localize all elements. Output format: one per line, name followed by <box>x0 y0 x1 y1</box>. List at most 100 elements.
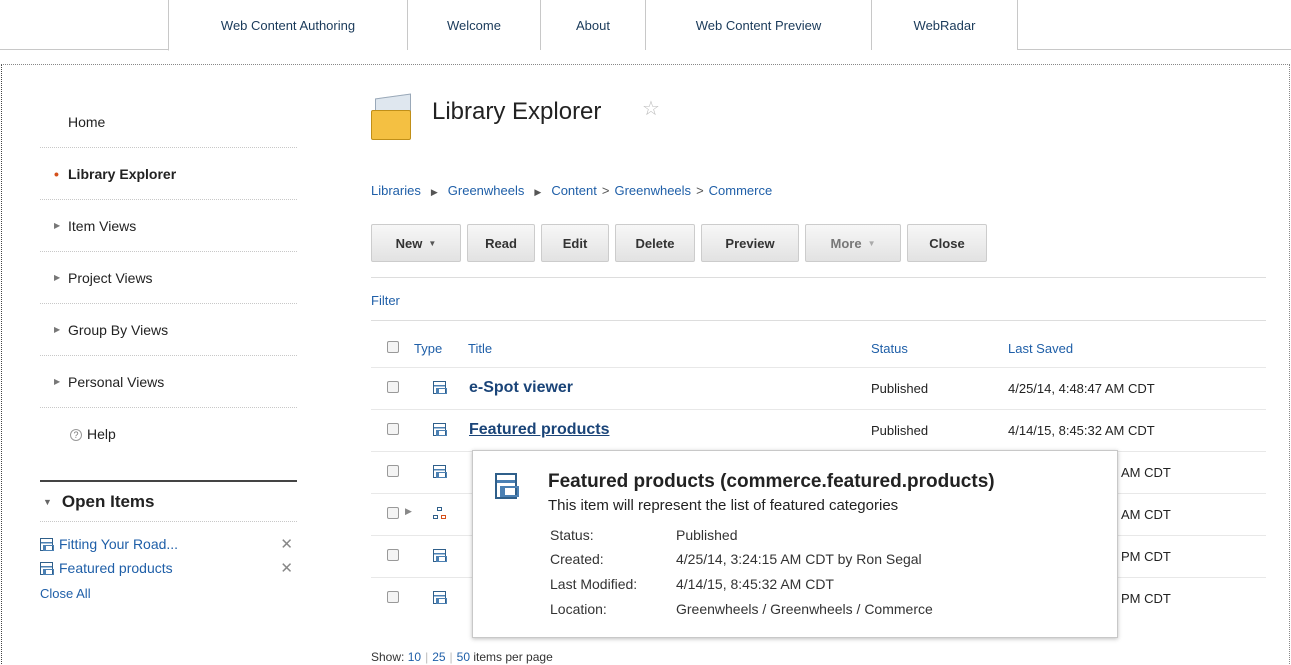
divider <box>371 277 1266 278</box>
item-title-link[interactable]: Featured products <box>469 421 609 439</box>
open-item-label[interactable]: Featured products <box>59 560 173 576</box>
edit-button-label: Edit <box>562 235 588 251</box>
table-header: Type Title Status Last Saved <box>371 331 1266 367</box>
content-item-icon <box>40 561 54 575</box>
content-item-icon <box>495 473 519 499</box>
breadcrumb-area[interactable]: Commerce <box>709 183 773 198</box>
page-size-50[interactable]: 50 <box>457 650 470 664</box>
edit-button[interactable]: Edit <box>541 224 609 262</box>
sidebar-item-label: Group By Views <box>68 321 169 338</box>
preview-button[interactable]: Preview <box>701 224 799 262</box>
content-item-icon <box>433 465 447 478</box>
more-button[interactable]: More ▼ <box>805 224 901 262</box>
open-item[interactable]: Featured products ✕ <box>40 556 297 580</box>
row-checkbox[interactable] <box>387 465 399 477</box>
breadcrumb-separator: > <box>696 183 704 198</box>
expand-caret-icon: ▶ <box>54 325 61 334</box>
active-bullet-icon: • <box>54 165 59 182</box>
item-last-saved: AM CDT <box>1121 507 1171 522</box>
breadcrumb-library[interactable]: Greenwheels <box>448 183 525 198</box>
column-header-status[interactable]: Status <box>871 341 908 356</box>
sidebar-item-home[interactable]: Home <box>40 96 297 148</box>
top-tab-bar: Web Content Authoring Welcome About Web … <box>0 0 1291 51</box>
item-last-saved: PM CDT <box>1121 591 1171 606</box>
row-checkbox[interactable] <box>387 507 399 519</box>
tab-webradar[interactable]: WebRadar <box>871 0 1017 50</box>
chevron-right-icon: ▶ <box>430 187 438 197</box>
new-button-label: New <box>395 235 423 251</box>
page-size-10[interactable]: 10 <box>408 650 421 664</box>
column-header-title[interactable]: Title <box>468 341 492 356</box>
tab-about[interactable]: About <box>540 0 645 50</box>
new-button[interactable]: New ▼ <box>371 224 461 262</box>
expand-arrow-icon[interactable]: ▶ <box>405 506 412 517</box>
select-all-checkbox[interactable] <box>387 341 399 353</box>
tooltip-status-value: Published <box>676 527 738 543</box>
sidebar-item-label: Library Explorer <box>68 165 177 182</box>
preview-button-label: Preview <box>725 235 775 251</box>
row-checkbox[interactable] <box>387 381 399 393</box>
close-icon[interactable]: ✕ <box>280 535 293 553</box>
row-checkbox[interactable] <box>387 423 399 435</box>
open-item-label[interactable]: Fitting Your Road... <box>59 536 178 552</box>
divider <box>371 320 1266 321</box>
row-checkbox[interactable] <box>387 591 399 603</box>
tooltip-location-row: Location: Greenwheels / Greenwheels / Com… <box>550 601 933 617</box>
sidebar-item-library-explorer[interactable]: • Library Explorer <box>40 148 297 200</box>
chevron-right-icon: ▶ <box>534 187 542 197</box>
close-button[interactable]: Close <box>907 224 987 262</box>
tooltip-created-label: Created: <box>550 551 604 567</box>
sidebar-item-project-views[interactable]: ▶ Project Views <box>40 252 297 304</box>
close-button-label: Close <box>929 235 965 251</box>
expand-caret-icon: ▶ <box>54 273 61 282</box>
tooltip-created-row: Created: 4/25/14, 3:24:15 AM CDT by Ron S… <box>550 551 922 567</box>
expand-caret-icon: ▶ <box>54 377 61 386</box>
folder-icon <box>371 93 417 140</box>
read-button[interactable]: Read <box>467 224 535 262</box>
item-status: Published <box>871 381 929 396</box>
item-last-saved: AM CDT <box>1121 465 1171 480</box>
item-title-link[interactable]: e-Spot viewer <box>469 379 573 397</box>
row-checkbox[interactable] <box>387 549 399 561</box>
pager-show-label: Show: <box>371 650 405 664</box>
content-item-icon <box>433 591 447 604</box>
page-title: Library Explorer <box>432 98 602 125</box>
tab-bar-spacer <box>0 0 168 50</box>
breadcrumb-site[interactable]: Greenwheels <box>614 183 691 198</box>
column-header-type[interactable]: Type <box>414 341 442 356</box>
open-item[interactable]: Fitting Your Road... ✕ <box>40 532 297 556</box>
collapse-triangle-icon: ▼ <box>43 496 52 507</box>
tab-welcome[interactable]: Welcome <box>407 0 540 50</box>
tab-web-content-authoring[interactable]: Web Content Authoring <box>168 0 407 51</box>
sidebar-item-item-views[interactable]: ▶ Item Views <box>40 200 297 252</box>
star-icon[interactable]: ☆ <box>642 96 660 121</box>
delete-button-label: Delete <box>635 235 675 251</box>
close-icon[interactable]: ✕ <box>280 559 293 577</box>
item-last-saved: PM CDT <box>1121 549 1171 564</box>
sidebar-item-group-by-views[interactable]: ▶ Group By Views <box>40 304 297 356</box>
help-link: ? Help <box>70 426 116 442</box>
open-items-header[interactable]: ▼ Open Items <box>40 480 297 522</box>
filter-link[interactable]: Filter <box>371 293 400 308</box>
tooltip-status-label: Status: <box>550 527 594 543</box>
column-header-last-saved[interactable]: Last Saved <box>1008 341 1073 356</box>
delete-button[interactable]: Delete <box>615 224 695 262</box>
content-item-icon <box>433 381 447 394</box>
table-row[interactable]: Featured products Published 4/14/15, 8:4… <box>371 409 1266 451</box>
tooltip-location-label: Location: <box>550 601 607 617</box>
breadcrumb-content[interactable]: Content <box>551 183 597 198</box>
action-toolbar: New ▼ Read Edit Delete Preview More ▼ Clos… <box>371 224 987 264</box>
sidebar-item-help[interactable]: ? Help <box>40 408 297 460</box>
help-icon: ? <box>70 429 82 442</box>
sidebar-item-personal-views[interactable]: ▶ Personal Views <box>40 356 297 408</box>
table-row[interactable]: e-Spot viewer Published 4/25/14, 4:48:47… <box>371 367 1266 409</box>
breadcrumb-libraries[interactable]: Libraries <box>371 183 421 198</box>
tab-web-content-preview[interactable]: Web Content Preview <box>645 0 871 50</box>
tooltip-title: Featured products (commerce.featured.pro… <box>548 471 995 492</box>
breadcrumb-separator: > <box>601 183 610 198</box>
sidebar-nav: Home • Library Explorer ▶ Item Views ▶ P… <box>40 96 297 460</box>
item-status: Published <box>871 423 929 438</box>
close-all-link[interactable]: Close All <box>40 586 297 601</box>
page-size-25[interactable]: 25 <box>432 650 445 664</box>
content-item-icon <box>433 549 447 562</box>
